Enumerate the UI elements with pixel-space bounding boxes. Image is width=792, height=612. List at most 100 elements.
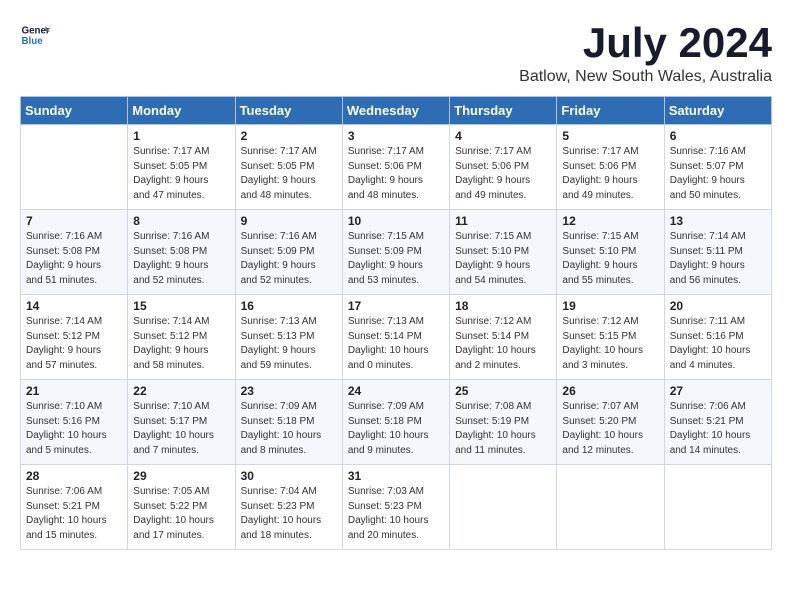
cell-info: Sunrise: 7:15 AMSunset: 5:09 PMDaylight:… — [348, 230, 444, 288]
calendar-cell: 21Sunrise: 7:10 AMSunset: 5:16 PMDayligh… — [21, 380, 128, 465]
calendar-cell: 22 Sunrise: 7:10 AMSunset: 5:17 PMDayligh… — [128, 380, 235, 465]
calendar-cell: 8Sunrise: 7:16 AMSunset: 5:08 PMDaylight… — [128, 210, 235, 295]
day-number: 23 — [241, 384, 337, 398]
day-number: 3 — [348, 129, 444, 143]
calendar-cell: 25 Sunrise: 7:08 AMSunset: 5:19 PMDayligh… — [450, 380, 557, 465]
calendar-week-row-4: 21Sunrise: 7:10 AMSunset: 5:16 PMDayligh… — [21, 380, 772, 465]
cell-info: Sunrise: 7:09 AMSunset: 5:18 PMDaylight:… — [348, 400, 444, 458]
day-number: 20 — [670, 299, 766, 313]
cell-info: Sunrise: 7:09 AMSunset: 5:18 PMDaylight:… — [241, 400, 337, 458]
cell-info: Sunrise: 7:13 AMSunset: 5:13 PMDaylight:… — [241, 315, 337, 373]
calendar-cell: 11 Sunrise: 7:15 AMSunset: 5:10 PMDayligh… — [450, 210, 557, 295]
cell-info: Sunrise: 7:06 AMSunset: 5:21 PMDaylight:… — [26, 485, 122, 543]
calendar-week-row-5: 28 Sunrise: 7:06 AMSunset: 5:21 PMDayligh… — [21, 465, 772, 550]
calendar-week-row-1: 1 Sunrise: 7:17 AMSunset: 5:05 PMDaylight… — [21, 125, 772, 210]
day-number: 30 — [241, 469, 337, 483]
day-number: 29 — [133, 469, 229, 483]
header-thursday: Thursday — [450, 97, 557, 125]
calendar-cell: 7 Sunrise: 7:16 AMSunset: 5:08 PMDaylight… — [21, 210, 128, 295]
calendar-cell: 17 Sunrise: 7:13 AMSunset: 5:14 PMDayligh… — [342, 295, 449, 380]
header-saturday: Saturday — [664, 97, 771, 125]
day-number: 12 — [562, 214, 658, 228]
calendar-cell: 1 Sunrise: 7:17 AMSunset: 5:05 PMDaylight… — [128, 125, 235, 210]
day-number: 21 — [26, 384, 122, 398]
calendar-cell: 15 Sunrise: 7:14 AMSunset: 5:12 PMDayligh… — [128, 295, 235, 380]
calendar-cell: 2 Sunrise: 7:17 AMSunset: 5:05 PMDaylight… — [235, 125, 342, 210]
calendar-cell: 12 Sunrise: 7:15 AMSunset: 5:10 PMDayligh… — [557, 210, 664, 295]
cell-info: Sunrise: 7:17 AMSunset: 5:06 PMDaylight:… — [348, 145, 444, 203]
svg-text:Blue: Blue — [22, 36, 44, 47]
cell-info: Sunrise: 7:10 AMSunset: 5:17 PMDaylight:… — [133, 400, 229, 458]
day-number: 28 — [26, 469, 122, 483]
day-number: 13 — [670, 214, 766, 228]
day-number: 1 — [133, 129, 229, 143]
cell-info: Sunrise: 7:14 AMSunset: 5:11 PMDaylight:… — [670, 230, 766, 288]
cell-info: Sunrise: 7:17 AMSunset: 5:06 PMDaylight:… — [562, 145, 658, 203]
calendar-cell: 23 Sunrise: 7:09 AMSunset: 5:18 PMDayligh… — [235, 380, 342, 465]
calendar-cell: 9 Sunrise: 7:16 AMSunset: 5:09 PMDaylight… — [235, 210, 342, 295]
day-number: 22 — [133, 384, 229, 398]
header-sunday: Sunday — [21, 97, 128, 125]
day-number: 31 — [348, 469, 444, 483]
cell-info: Sunrise: 7:17 AMSunset: 5:05 PMDaylight:… — [133, 145, 229, 203]
calendar-cell: 3 Sunrise: 7:17 AMSunset: 5:06 PMDaylight… — [342, 125, 449, 210]
title-area: July 2024 Batlow, New South Wales, Austr… — [519, 20, 772, 86]
month-year-title: July 2024 — [519, 20, 772, 66]
calendar-cell — [450, 465, 557, 550]
calendar-cell: 20 Sunrise: 7:11 AMSunset: 5:16 PMDayligh… — [664, 295, 771, 380]
logo: General Blue — [20, 20, 50, 50]
day-number: 2 — [241, 129, 337, 143]
calendar-table: Sunday Monday Tuesday Wednesday Thursday… — [20, 96, 772, 550]
calendar-cell: 16 Sunrise: 7:13 AMSunset: 5:13 PMDayligh… — [235, 295, 342, 380]
calendar-cell: 4Sunrise: 7:17 AMSunset: 5:06 PMDaylight… — [450, 125, 557, 210]
cell-info: Sunrise: 7:12 AMSunset: 5:15 PMDaylight:… — [562, 315, 658, 373]
calendar-cell — [21, 125, 128, 210]
cell-info: Sunrise: 7:07 AMSunset: 5:20 PMDaylight:… — [562, 400, 658, 458]
calendar-cell: 18 Sunrise: 7:12 AMSunset: 5:14 PMDayligh… — [450, 295, 557, 380]
cell-info: Sunrise: 7:16 AMSunset: 5:07 PMDaylight:… — [670, 145, 766, 203]
calendar-cell: 14Sunrise: 7:14 AMSunset: 5:12 PMDayligh… — [21, 295, 128, 380]
header-monday: Monday — [128, 97, 235, 125]
day-number: 25 — [455, 384, 551, 398]
calendar-cell: 30Sunrise: 7:04 AMSunset: 5:23 PMDayligh… — [235, 465, 342, 550]
calendar-cell: 6Sunrise: 7:16 AMSunset: 5:07 PMDaylight… — [664, 125, 771, 210]
calendar-week-row-2: 7 Sunrise: 7:16 AMSunset: 5:08 PMDaylight… — [21, 210, 772, 295]
calendar-cell: 10 Sunrise: 7:15 AMSunset: 5:09 PMDayligh… — [342, 210, 449, 295]
day-number: 15 — [133, 299, 229, 313]
day-number: 11 — [455, 214, 551, 228]
cell-info: Sunrise: 7:11 AMSunset: 5:16 PMDaylight:… — [670, 315, 766, 373]
cell-info: Sunrise: 7:08 AMSunset: 5:19 PMDaylight:… — [455, 400, 551, 458]
day-number: 10 — [348, 214, 444, 228]
calendar-cell: 31 Sunrise: 7:03 AMSunset: 5:23 PMDayligh… — [342, 465, 449, 550]
day-number: 26 — [562, 384, 658, 398]
calendar-cell — [664, 465, 771, 550]
header-wednesday: Wednesday — [342, 97, 449, 125]
day-number: 9 — [241, 214, 337, 228]
calendar-cell: 28 Sunrise: 7:06 AMSunset: 5:21 PMDayligh… — [21, 465, 128, 550]
cell-info: Sunrise: 7:17 AMSunset: 5:05 PMDaylight:… — [241, 145, 337, 203]
day-number: 27 — [670, 384, 766, 398]
cell-info: Sunrise: 7:15 AMSunset: 5:10 PMDaylight:… — [562, 230, 658, 288]
cell-info: Sunrise: 7:14 AMSunset: 5:12 PMDaylight:… — [133, 315, 229, 373]
day-number: 5 — [562, 129, 658, 143]
day-number: 7 — [26, 214, 122, 228]
day-number: 18 — [455, 299, 551, 313]
calendar-cell: 27Sunrise: 7:06 AMSunset: 5:21 PMDayligh… — [664, 380, 771, 465]
cell-info: Sunrise: 7:03 AMSunset: 5:23 PMDaylight:… — [348, 485, 444, 543]
calendar-header-row: Sunday Monday Tuesday Wednesday Thursday… — [21, 97, 772, 125]
cell-info: Sunrise: 7:16 AMSunset: 5:08 PMDaylight:… — [26, 230, 122, 288]
cell-info: Sunrise: 7:12 AMSunset: 5:14 PMDaylight:… — [455, 315, 551, 373]
day-number: 16 — [241, 299, 337, 313]
header-friday: Friday — [557, 97, 664, 125]
cell-info: Sunrise: 7:05 AMSunset: 5:22 PMDaylight:… — [133, 485, 229, 543]
cell-info: Sunrise: 7:13 AMSunset: 5:14 PMDaylight:… — [348, 315, 444, 373]
calendar-cell: 29 Sunrise: 7:05 AMSunset: 5:22 PMDayligh… — [128, 465, 235, 550]
calendar-cell: 24Sunrise: 7:09 AMSunset: 5:18 PMDayligh… — [342, 380, 449, 465]
cell-info: Sunrise: 7:15 AMSunset: 5:10 PMDaylight:… — [455, 230, 551, 288]
cell-info: Sunrise: 7:16 AMSunset: 5:09 PMDaylight:… — [241, 230, 337, 288]
day-number: 4 — [455, 129, 551, 143]
calendar-week-row-3: 14Sunrise: 7:14 AMSunset: 5:12 PMDayligh… — [21, 295, 772, 380]
day-number: 8 — [133, 214, 229, 228]
day-number: 17 — [348, 299, 444, 313]
header: General Blue July 2024 Batlow, New South… — [20, 20, 772, 86]
